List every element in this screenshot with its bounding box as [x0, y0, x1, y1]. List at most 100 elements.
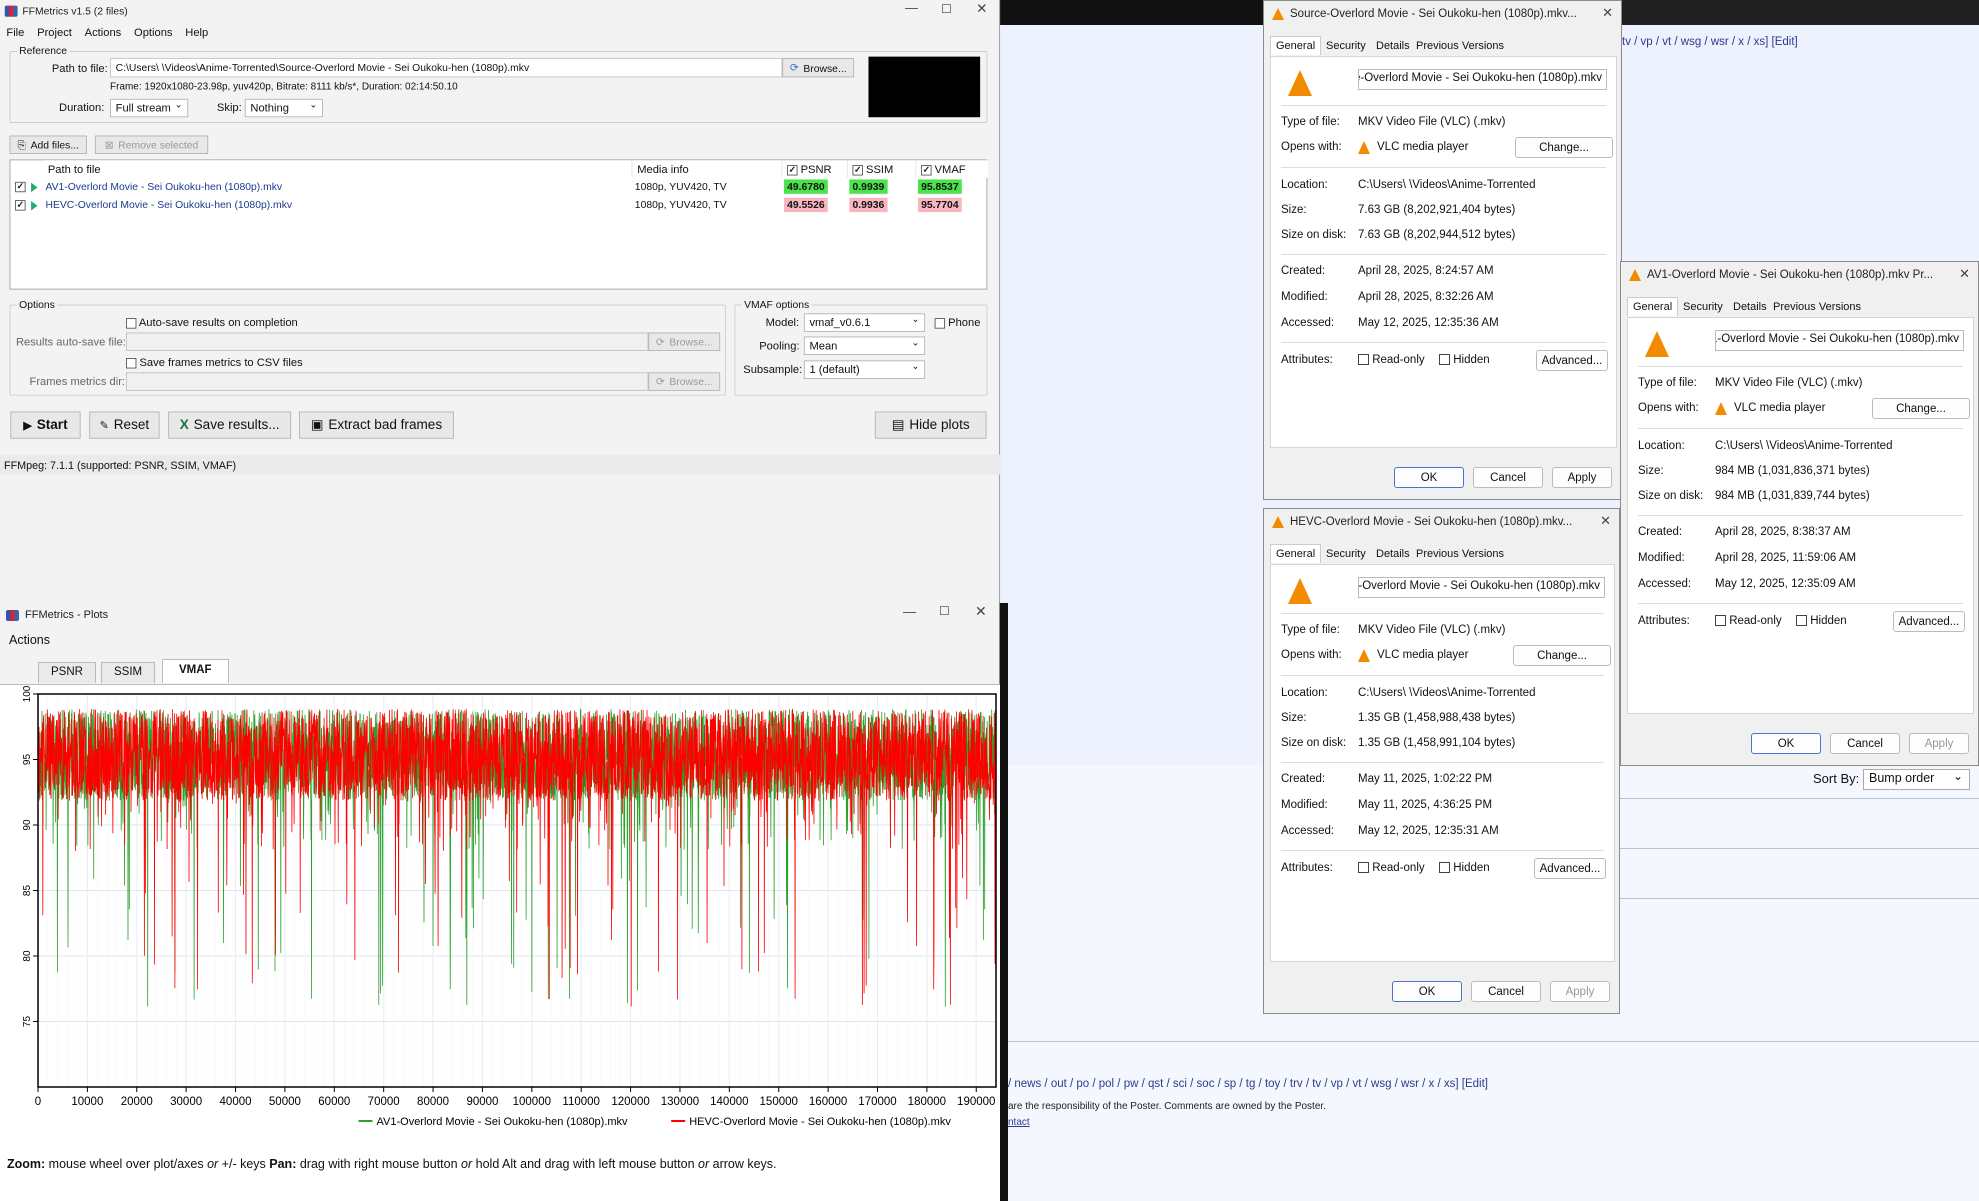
apply-button[interactable]: Apply: [1909, 733, 1969, 754]
autosave-option[interactable]: Auto-save results on completion: [126, 316, 298, 329]
hidden-option[interactable]: Hidden: [1439, 354, 1490, 366]
menu-help[interactable]: Help: [179, 24, 215, 42]
tab-psnr[interactable]: PSNR: [38, 662, 96, 683]
duration-combo[interactable]: Full stream: [110, 98, 189, 118]
change-button[interactable]: Change...: [1513, 645, 1611, 666]
menu-options[interactable]: Options: [128, 24, 179, 42]
autosave-file-input[interactable]: [126, 332, 649, 351]
hidden-option[interactable]: Hidden: [1796, 615, 1847, 627]
ok-button[interactable]: OK: [1751, 733, 1821, 754]
tab-general[interactable]: General: [1627, 297, 1679, 316]
table-row[interactable]: AV1-Overlord Movie - Sei Oukoku-hen (108…: [10, 178, 986, 196]
footer-contact-link[interactable]: ntact: [1008, 1117, 1030, 1128]
autosave-browse-button[interactable]: ⟳ Browse...: [648, 332, 721, 351]
remove-selected-button[interactable]: ⊠ Remove selected: [94, 135, 209, 154]
minimize-icon[interactable]: —: [1140, 3, 1155, 20]
plots-menu-actions[interactable]: Actions: [9, 633, 50, 647]
phone-option[interactable]: Phone: [934, 316, 980, 329]
readonly-option[interactable]: Read-only: [1358, 354, 1425, 366]
menu-project[interactable]: Project: [31, 24, 79, 42]
start-button[interactable]: ▶ Start: [10, 411, 81, 439]
save-csv-option[interactable]: Save frames metrics to CSV files: [126, 356, 303, 369]
cancel-button[interactable]: Cancel: [1471, 981, 1541, 1002]
apply-button[interactable]: Apply: [1552, 467, 1612, 488]
tab-details[interactable]: Details: [1370, 36, 1416, 56]
file-name-input[interactable]: rce-Overlord Movie - Sei Oukoku-hen (108…: [1358, 69, 1607, 90]
tab-security[interactable]: Security: [1677, 297, 1729, 317]
tab-vmaf[interactable]: VMAF: [162, 659, 229, 683]
tab-security[interactable]: Security: [1320, 36, 1372, 56]
advanced-button[interactable]: Advanced...: [1534, 858, 1606, 879]
ok-button[interactable]: OK: [1392, 981, 1462, 1002]
readonly-checkbox[interactable]: [1358, 862, 1369, 874]
hidden-option[interactable]: Hidden: [1439, 862, 1490, 874]
vmaf-checkbox[interactable]: [921, 164, 932, 176]
tab-previous-versions[interactable]: Previous Versions: [1767, 297, 1867, 317]
add-files-button[interactable]: ⎘ Add files...: [9, 135, 87, 154]
reset-button[interactable]: ✎ Reset: [89, 411, 160, 439]
readonly-option[interactable]: Read-only: [1715, 615, 1782, 627]
row-checkbox[interactable]: [15, 180, 26, 193]
tab-general[interactable]: General: [1270, 544, 1322, 563]
extract-bad-frames-button[interactable]: ▣ Extract bad frames: [299, 411, 454, 439]
col-vmaf[interactable]: VMAF: [916, 160, 989, 178]
frames-dir-browse-button[interactable]: ⟳ Browse...: [648, 372, 721, 391]
skip-combo[interactable]: Nothing: [244, 98, 323, 118]
ok-button[interactable]: OK: [1394, 467, 1464, 488]
tab-previous-versions[interactable]: Previous Versions: [1410, 36, 1510, 56]
hide-plots-button[interactable]: ▤ Hide plots: [874, 411, 987, 439]
menu-file[interactable]: File: [0, 24, 31, 42]
save-csv-checkbox[interactable]: [126, 357, 137, 369]
save-results-button[interactable]: X Save results...: [168, 411, 292, 439]
plots-minimize-button-icon[interactable]: —: [903, 604, 916, 619]
psnr-checkbox[interactable]: [787, 164, 798, 176]
tab-previous-versions[interactable]: Previous Versions: [1410, 544, 1510, 564]
phone-checkbox[interactable]: [934, 318, 946, 329]
subsample-select[interactable]: 1 (default): [803, 360, 926, 379]
properties-close-icon[interactable]: ✕: [1959, 266, 1970, 282]
model-select[interactable]: vmaf_v0.6.1: [803, 313, 926, 332]
hidden-checkbox[interactable]: [1796, 615, 1807, 627]
sort-select[interactable]: Bump order: [1863, 769, 1970, 790]
readonly-checkbox[interactable]: [1358, 354, 1369, 366]
maximize-icon[interactable]: ☐: [941, 2, 952, 16]
advanced-button[interactable]: Advanced...: [1536, 350, 1608, 371]
maximize-icon[interactable]: ☐: [1185, 3, 1198, 20]
reference-path-field[interactable]: C:\Users\ \Videos\Anime-Torrented\Source…: [110, 58, 783, 78]
close-icon[interactable]: ✕: [1231, 2, 1244, 22]
properties-close-icon[interactable]: ✕: [1600, 513, 1611, 529]
tab-details[interactable]: Details: [1370, 544, 1416, 564]
plots-maximize-icon[interactable]: ☐: [939, 604, 950, 618]
tab-details[interactable]: Details: [1727, 297, 1773, 317]
properties-close-icon[interactable]: ✕: [1602, 5, 1613, 21]
col-path[interactable]: Path to file: [43, 160, 633, 178]
chart-area[interactable]: 0 10000 20000 30000 40000 50000 60000 70000 8000…: [0, 684, 1000, 1149]
cancel-button[interactable]: Cancel: [1473, 467, 1543, 488]
hidden-checkbox[interactable]: [1439, 354, 1450, 366]
col-media[interactable]: Media info: [632, 160, 783, 178]
menu-actions[interactable]: Actions: [78, 24, 127, 42]
board-nav-bottom[interactable]: / news / out / po / pol / pw / qst / sci…: [1008, 1078, 1488, 1090]
row-checkbox[interactable]: [15, 199, 26, 211]
apply-button[interactable]: Apply: [1550, 981, 1610, 1002]
board-nav-top[interactable]: tv / vp / vt / wsg / wsr / x / xs] [Edit…: [1622, 36, 1798, 48]
plots-close-icon[interactable]: ✕: [975, 603, 987, 620]
tab-security[interactable]: Security: [1320, 544, 1372, 564]
autosave-checkbox[interactable]: [126, 318, 137, 329]
close-icon[interactable]: ✕: [976, 1, 987, 17]
change-button[interactable]: Change...: [1872, 398, 1970, 419]
pooling-select[interactable]: Mean: [803, 336, 926, 355]
readonly-checkbox[interactable]: [1715, 615, 1726, 627]
file-name-input[interactable]: EVC-Overlord Movie - Sei Oukoku-hen (108…: [1358, 577, 1605, 598]
frames-dir-input[interactable]: [126, 372, 649, 391]
advanced-button[interactable]: Advanced...: [1893, 611, 1965, 632]
tab-general[interactable]: General: [1270, 36, 1322, 55]
cancel-button[interactable]: Cancel: [1830, 733, 1900, 754]
reference-browse[interactable]: ⟳ Browse...: [782, 58, 855, 78]
tab-ssim[interactable]: SSIM: [101, 662, 156, 683]
col-psnr[interactable]: PSNR: [782, 160, 848, 178]
ssim-checkbox[interactable]: [852, 164, 863, 176]
change-button[interactable]: Change...: [1515, 137, 1613, 158]
hidden-checkbox[interactable]: [1439, 862, 1450, 874]
file-name-input[interactable]: AV1-Overlord Movie - Sei Oukoku-hen (108…: [1715, 330, 1964, 351]
